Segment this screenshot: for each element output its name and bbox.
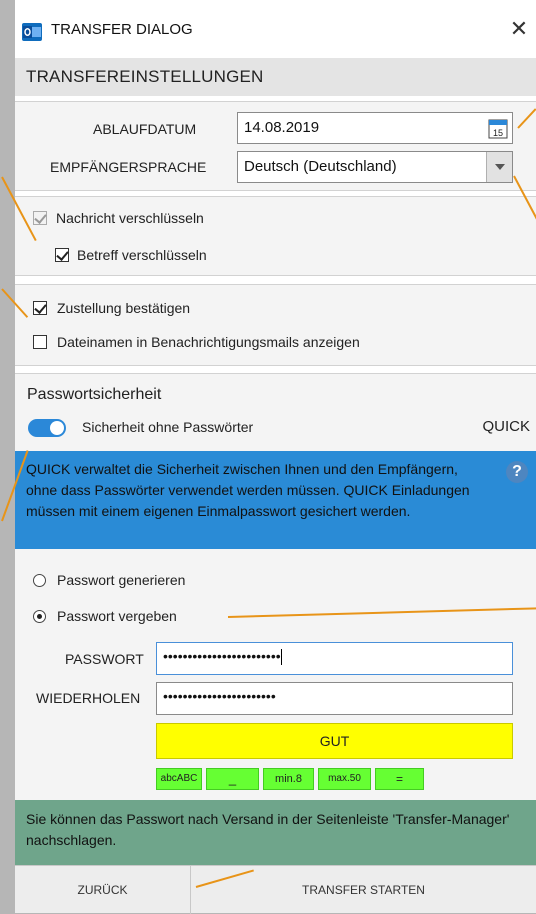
language-value: Deutsch (Deutschland) [244, 158, 397, 175]
password-security-heading: Passwortsicherheit [27, 386, 162, 403]
window-title: TRANSFER DIALOG [51, 21, 193, 38]
confirm-delivery-checkbox[interactable] [33, 301, 47, 315]
password-value: •••••••••••••••••••••••• [163, 648, 281, 664]
assign-password-label: Passwort vergeben [57, 608, 177, 624]
password-strength-bar: GUT [156, 723, 513, 759]
repeat-value: ••••••••••••••••••••••• [163, 688, 276, 704]
encrypt-subject-checkbox[interactable] [55, 248, 69, 262]
encryption-panel: Nachricht verschlüsseln Betreff verschlü… [15, 196, 536, 276]
show-filenames-label: Dateinamen in Benachrichtigungsmails anz… [57, 334, 360, 350]
section-header: TRANSFEREINSTELLUNGEN [15, 58, 536, 96]
quick-info-box: QUICK verwaltet die Sicherheit zwischen … [15, 451, 536, 549]
language-select[interactable]: Deutsch (Deutschland) [237, 151, 513, 183]
outlook-icon [22, 23, 42, 41]
rule-underscore-chip: _ [206, 768, 259, 790]
chevron-down-icon[interactable] [486, 152, 512, 182]
password-input[interactable]: •••••••••••••••••••••••• [156, 642, 513, 675]
password-note-text: Sie können das Passwort nach Versand in … [26, 811, 510, 848]
text-cursor [280, 649, 282, 666]
calendar-day: 15 [493, 128, 503, 138]
encrypt-message-label: Nachricht verschlüsseln [56, 210, 204, 226]
language-label: EMPFÄNGERSPRACHE [50, 159, 207, 175]
transfer-dialog: TRANSFER DIALOG ✕ TRANSFEREINSTELLUNGEN … [15, 0, 536, 914]
passwordless-label: Sicherheit ohne Passwörter [82, 419, 254, 435]
calendar-icon[interactable]: 15 [488, 117, 508, 139]
show-filenames-checkbox[interactable] [33, 335, 47, 349]
repeat-label: WIEDERHOLEN [36, 690, 141, 706]
generate-password-radio[interactable] [33, 574, 46, 587]
rule-case-chip: abcABC [156, 768, 202, 790]
footer: ZURÜCK TRANSFER STARTEN [15, 865, 536, 914]
passwordless-toggle[interactable] [28, 419, 66, 437]
password-security-panel: Passwortsicherheit Sicherheit ohne Passw… [15, 373, 536, 451]
password-options-panel: Passwort generieren Passwort vergeben PA… [15, 549, 536, 800]
rule-equal-chip: = [375, 768, 424, 790]
expiry-date-field[interactable]: 14.08.2019 15 [237, 112, 513, 144]
confirm-delivery-label: Zustellung bestätigen [57, 300, 191, 316]
general-settings-panel: ABLAUFDATUM 14.08.2019 15 EMPFÄNGERSPRAC… [15, 101, 536, 191]
quick-info-text: QUICK verwaltet die Sicherheit zwischen … [26, 461, 470, 519]
encrypt-subject-label: Betreff verschlüsseln [77, 247, 207, 263]
close-icon[interactable]: ✕ [506, 16, 532, 42]
help-icon[interactable]: ? [506, 461, 528, 483]
expiry-label: ABLAUFDATUM [93, 121, 197, 137]
assign-password-radio[interactable] [33, 610, 46, 623]
repeat-password-input[interactable]: ••••••••••••••••••••••• [156, 682, 513, 715]
password-note: Sie können das Passwort nach Versand in … [15, 800, 536, 865]
expiry-date-value: 14.08.2019 [244, 119, 320, 136]
password-label: PASSWORT [65, 651, 144, 667]
back-button[interactable]: ZURÜCK [15, 866, 191, 914]
delivery-panel: Zustellung bestätigen Dateinamen in Bena… [15, 284, 536, 366]
encrypt-message-checkbox[interactable] [33, 211, 47, 225]
title-bar: TRANSFER DIALOG ✕ [15, 0, 536, 58]
section-title: TRANSFEREINSTELLUNGEN [26, 67, 264, 86]
strength-label: GUT [319, 733, 350, 749]
generate-password-label: Passwort generieren [57, 572, 186, 588]
rule-max-chip: max.50 [318, 768, 371, 790]
rule-min-chip: min.8 [263, 768, 314, 790]
security-mode-label: QUICK [482, 418, 530, 435]
